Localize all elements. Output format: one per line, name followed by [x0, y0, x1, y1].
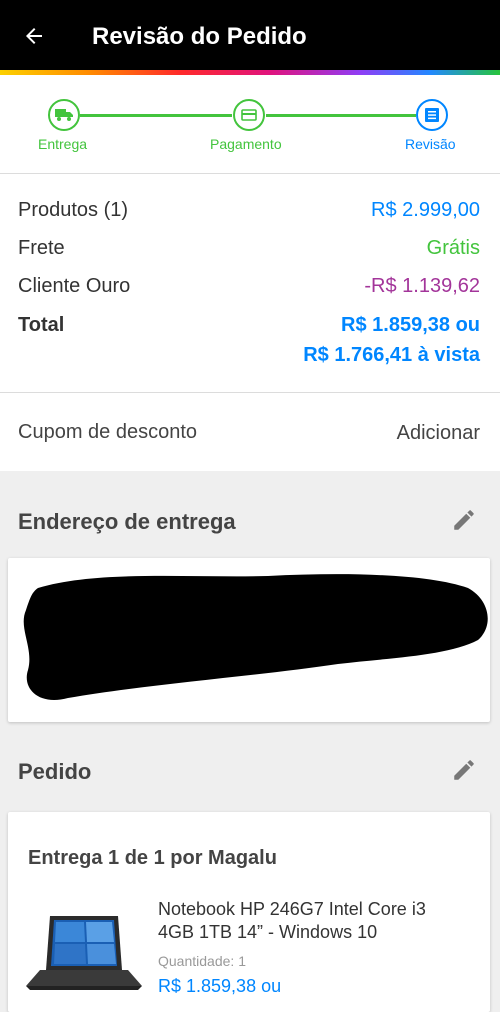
products-value: R$ 2.999,00 [371, 199, 480, 221]
quantity-value: 1 [238, 953, 246, 969]
redacted-address-scribble [23, 574, 488, 700]
address-card[interactable] [8, 558, 490, 722]
address-section-title: Endereço de entrega [18, 509, 236, 534]
total-value-cash: R$ 1.766,41 à vista [303, 344, 480, 366]
shipping-label: Frete [18, 237, 65, 259]
step-pagamento[interactable] [233, 99, 265, 131]
gold-value: -R$ 1.139,62 [364, 275, 480, 297]
edit-address-icon[interactable] [451, 507, 477, 533]
product-quantity: Quantidade: 1 [158, 953, 246, 969]
edit-order-icon[interactable] [451, 757, 477, 783]
product-name-line1: Notebook HP 246G7 Intel Core i3 [158, 899, 426, 919]
quantity-label: Quantidade: [158, 953, 235, 969]
coupon-add-button[interactable]: Adicionar [397, 422, 480, 445]
order-card: Entrega 1 de 1 por Magalu Notebook HP 24… [8, 812, 490, 1012]
step-label-entrega: Entrega [38, 136, 88, 152]
total-label: Total [18, 314, 65, 336]
shipping-value: Grátis [426, 237, 480, 259]
summary-row-total: Total R$ 1.859,38 ou R$ 1.766,41 à vista [18, 314, 480, 370]
page-title: Revisão do Pedido [92, 23, 307, 50]
coupon-row[interactable]: Cupom de desconto Adicionar [0, 393, 500, 471]
step-entrega[interactable] [48, 99, 80, 131]
summary-row-gold: Cliente Ouro -R$ 1.139,62 [18, 275, 480, 298]
step-label-pagamento: Pagamento [210, 136, 282, 152]
product-price: R$ 1.859,38 ou [158, 976, 282, 996]
checkout-stepper: Entrega Pagamento Revisão [0, 75, 500, 173]
stepper-line [80, 114, 232, 117]
products-label: Produtos (1) [18, 199, 129, 221]
product-name-line2: 4GB 1TB 14” - Windows 10 [158, 922, 378, 942]
delivery-info: Entrega 1 de 1 por Magalu [28, 847, 277, 869]
product-image[interactable] [26, 912, 142, 992]
product-name[interactable]: Notebook HP 246G7 Intel Core i3 4GB 1TB … [158, 898, 426, 944]
card-icon [241, 109, 257, 121]
step-revisao[interactable] [416, 99, 448, 131]
coupon-label: Cupom de desconto [18, 421, 198, 443]
app-bar: Revisão do Pedido [0, 0, 500, 70]
truck-icon [55, 109, 73, 121]
gold-label: Cliente Ouro [18, 275, 131, 297]
step-label-revisao: Revisão [405, 136, 456, 152]
list-icon [425, 108, 439, 122]
total-value-installment: R$ 1.859,38 ou [341, 314, 480, 336]
summary-row-products: Produtos (1) R$ 2.999,00 [18, 199, 480, 222]
summary-row-shipping: Frete Grátis [18, 237, 480, 260]
order-summary: Produtos (1) R$ 2.999,00 Frete Grátis Cl… [0, 174, 500, 392]
order-section-title: Pedido [18, 759, 92, 784]
total-value: R$ 1.859,38 ou R$ 1.766,41 à vista [303, 310, 480, 370]
back-arrow-icon[interactable] [22, 24, 46, 48]
stepper-line [266, 114, 416, 117]
